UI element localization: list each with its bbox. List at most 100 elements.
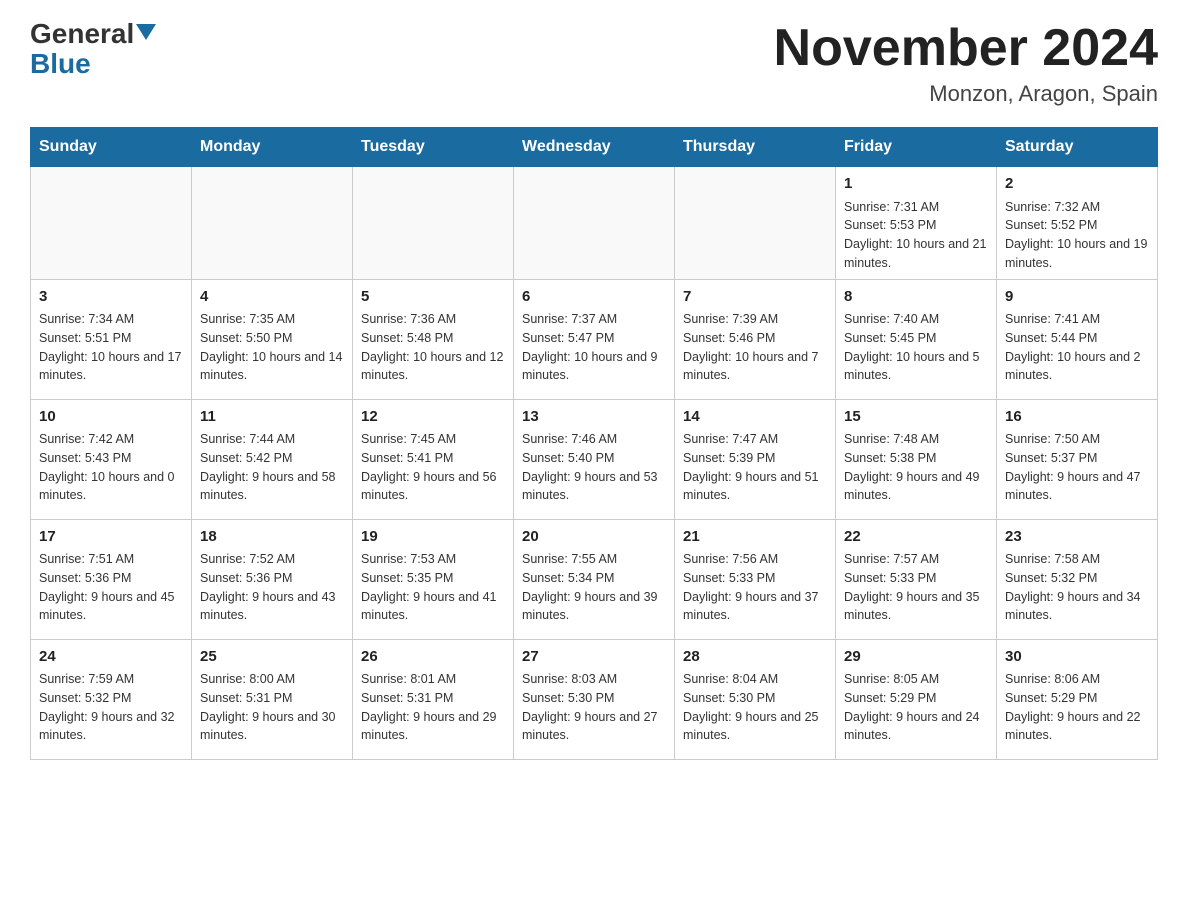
day-info: Sunrise: 7:40 AMSunset: 5:45 PMDaylight:… (844, 310, 988, 385)
week-row-3: 10Sunrise: 7:42 AMSunset: 5:43 PMDayligh… (31, 399, 1158, 519)
day-cell: 1Sunrise: 7:31 AMSunset: 5:53 PMDaylight… (836, 167, 997, 280)
day-number: 3 (39, 286, 183, 309)
day-cell: 29Sunrise: 8:05 AMSunset: 5:29 PMDayligh… (836, 639, 997, 759)
header-friday: Friday (836, 128, 997, 167)
day-number: 5 (361, 286, 505, 309)
day-cell: 10Sunrise: 7:42 AMSunset: 5:43 PMDayligh… (31, 399, 192, 519)
day-info: Sunrise: 7:44 AMSunset: 5:42 PMDaylight:… (200, 430, 344, 505)
day-info: Sunrise: 8:05 AMSunset: 5:29 PMDaylight:… (844, 670, 988, 745)
logo-top: General (30, 20, 156, 48)
day-info: Sunrise: 8:03 AMSunset: 5:30 PMDaylight:… (522, 670, 666, 745)
day-number: 7 (683, 286, 827, 309)
day-cell: 14Sunrise: 7:47 AMSunset: 5:39 PMDayligh… (675, 399, 836, 519)
day-number: 16 (1005, 406, 1149, 429)
day-cell: 12Sunrise: 7:45 AMSunset: 5:41 PMDayligh… (353, 399, 514, 519)
day-cell: 18Sunrise: 7:52 AMSunset: 5:36 PMDayligh… (192, 519, 353, 639)
day-cell: 19Sunrise: 7:53 AMSunset: 5:35 PMDayligh… (353, 519, 514, 639)
day-number: 10 (39, 406, 183, 429)
day-number: 9 (1005, 286, 1149, 309)
day-cell (192, 167, 353, 280)
day-cell: 13Sunrise: 7:46 AMSunset: 5:40 PMDayligh… (514, 399, 675, 519)
header-saturday: Saturday (997, 128, 1158, 167)
header-tuesday: Tuesday (353, 128, 514, 167)
day-info: Sunrise: 7:55 AMSunset: 5:34 PMDaylight:… (522, 550, 666, 625)
calendar-header-row: SundayMondayTuesdayWednesdayThursdayFrid… (31, 128, 1158, 167)
week-row-5: 24Sunrise: 7:59 AMSunset: 5:32 PMDayligh… (31, 639, 1158, 759)
day-info: Sunrise: 7:41 AMSunset: 5:44 PMDaylight:… (1005, 310, 1149, 385)
calendar-table: SundayMondayTuesdayWednesdayThursdayFrid… (30, 127, 1158, 760)
day-cell (675, 167, 836, 280)
day-info: Sunrise: 7:51 AMSunset: 5:36 PMDaylight:… (39, 550, 183, 625)
day-info: Sunrise: 7:48 AMSunset: 5:38 PMDaylight:… (844, 430, 988, 505)
day-number: 15 (844, 406, 988, 429)
header-wednesday: Wednesday (514, 128, 675, 167)
day-cell: 11Sunrise: 7:44 AMSunset: 5:42 PMDayligh… (192, 399, 353, 519)
header-monday: Monday (192, 128, 353, 167)
day-info: Sunrise: 7:35 AMSunset: 5:50 PMDaylight:… (200, 310, 344, 385)
day-number: 29 (844, 646, 988, 669)
week-row-2: 3Sunrise: 7:34 AMSunset: 5:51 PMDaylight… (31, 279, 1158, 399)
logo-bottom: Blue (30, 50, 91, 78)
day-info: Sunrise: 7:45 AMSunset: 5:41 PMDaylight:… (361, 430, 505, 505)
day-number: 20 (522, 526, 666, 549)
day-info: Sunrise: 8:06 AMSunset: 5:29 PMDaylight:… (1005, 670, 1149, 745)
logo-triangle-icon (136, 24, 156, 40)
calendar-title: November 2024 (774, 20, 1158, 77)
day-cell: 15Sunrise: 7:48 AMSunset: 5:38 PMDayligh… (836, 399, 997, 519)
day-number: 27 (522, 646, 666, 669)
week-row-4: 17Sunrise: 7:51 AMSunset: 5:36 PMDayligh… (31, 519, 1158, 639)
week-row-1: 1Sunrise: 7:31 AMSunset: 5:53 PMDaylight… (31, 167, 1158, 280)
day-number: 17 (39, 526, 183, 549)
day-info: Sunrise: 7:47 AMSunset: 5:39 PMDaylight:… (683, 430, 827, 505)
day-info: Sunrise: 7:46 AMSunset: 5:40 PMDaylight:… (522, 430, 666, 505)
day-cell: 24Sunrise: 7:59 AMSunset: 5:32 PMDayligh… (31, 639, 192, 759)
day-cell (353, 167, 514, 280)
title-block: November 2024 Monzon, Aragon, Spain (774, 20, 1158, 107)
day-info: Sunrise: 7:36 AMSunset: 5:48 PMDaylight:… (361, 310, 505, 385)
day-cell: 2Sunrise: 7:32 AMSunset: 5:52 PMDaylight… (997, 167, 1158, 280)
day-info: Sunrise: 7:42 AMSunset: 5:43 PMDaylight:… (39, 430, 183, 505)
day-cell: 6Sunrise: 7:37 AMSunset: 5:47 PMDaylight… (514, 279, 675, 399)
day-info: Sunrise: 8:04 AMSunset: 5:30 PMDaylight:… (683, 670, 827, 745)
day-number: 28 (683, 646, 827, 669)
day-number: 21 (683, 526, 827, 549)
day-cell: 5Sunrise: 7:36 AMSunset: 5:48 PMDaylight… (353, 279, 514, 399)
day-number: 13 (522, 406, 666, 429)
day-info: Sunrise: 7:50 AMSunset: 5:37 PMDaylight:… (1005, 430, 1149, 505)
day-number: 23 (1005, 526, 1149, 549)
day-number: 18 (200, 526, 344, 549)
day-info: Sunrise: 8:00 AMSunset: 5:31 PMDaylight:… (200, 670, 344, 745)
day-cell: 20Sunrise: 7:55 AMSunset: 5:34 PMDayligh… (514, 519, 675, 639)
calendar-subtitle: Monzon, Aragon, Spain (774, 81, 1158, 107)
page-header: General Blue November 2024 Monzon, Arago… (30, 20, 1158, 107)
day-number: 2 (1005, 173, 1149, 196)
day-cell: 26Sunrise: 8:01 AMSunset: 5:31 PMDayligh… (353, 639, 514, 759)
day-cell: 28Sunrise: 8:04 AMSunset: 5:30 PMDayligh… (675, 639, 836, 759)
day-number: 25 (200, 646, 344, 669)
day-cell: 8Sunrise: 7:40 AMSunset: 5:45 PMDaylight… (836, 279, 997, 399)
day-info: Sunrise: 7:34 AMSunset: 5:51 PMDaylight:… (39, 310, 183, 385)
day-info: Sunrise: 7:59 AMSunset: 5:32 PMDaylight:… (39, 670, 183, 745)
day-cell: 23Sunrise: 7:58 AMSunset: 5:32 PMDayligh… (997, 519, 1158, 639)
day-cell (31, 167, 192, 280)
day-info: Sunrise: 7:53 AMSunset: 5:35 PMDaylight:… (361, 550, 505, 625)
day-cell: 25Sunrise: 8:00 AMSunset: 5:31 PMDayligh… (192, 639, 353, 759)
day-number: 24 (39, 646, 183, 669)
day-cell: 22Sunrise: 7:57 AMSunset: 5:33 PMDayligh… (836, 519, 997, 639)
day-info: Sunrise: 7:58 AMSunset: 5:32 PMDaylight:… (1005, 550, 1149, 625)
day-number: 22 (844, 526, 988, 549)
header-thursday: Thursday (675, 128, 836, 167)
logo: General Blue (30, 20, 156, 78)
day-cell: 17Sunrise: 7:51 AMSunset: 5:36 PMDayligh… (31, 519, 192, 639)
day-cell (514, 167, 675, 280)
day-number: 6 (522, 286, 666, 309)
day-number: 19 (361, 526, 505, 549)
day-info: Sunrise: 7:56 AMSunset: 5:33 PMDaylight:… (683, 550, 827, 625)
day-cell: 7Sunrise: 7:39 AMSunset: 5:46 PMDaylight… (675, 279, 836, 399)
day-cell: 16Sunrise: 7:50 AMSunset: 5:37 PMDayligh… (997, 399, 1158, 519)
day-cell: 27Sunrise: 8:03 AMSunset: 5:30 PMDayligh… (514, 639, 675, 759)
day-number: 1 (844, 173, 988, 196)
day-info: Sunrise: 7:37 AMSunset: 5:47 PMDaylight:… (522, 310, 666, 385)
day-number: 4 (200, 286, 344, 309)
day-info: Sunrise: 8:01 AMSunset: 5:31 PMDaylight:… (361, 670, 505, 745)
